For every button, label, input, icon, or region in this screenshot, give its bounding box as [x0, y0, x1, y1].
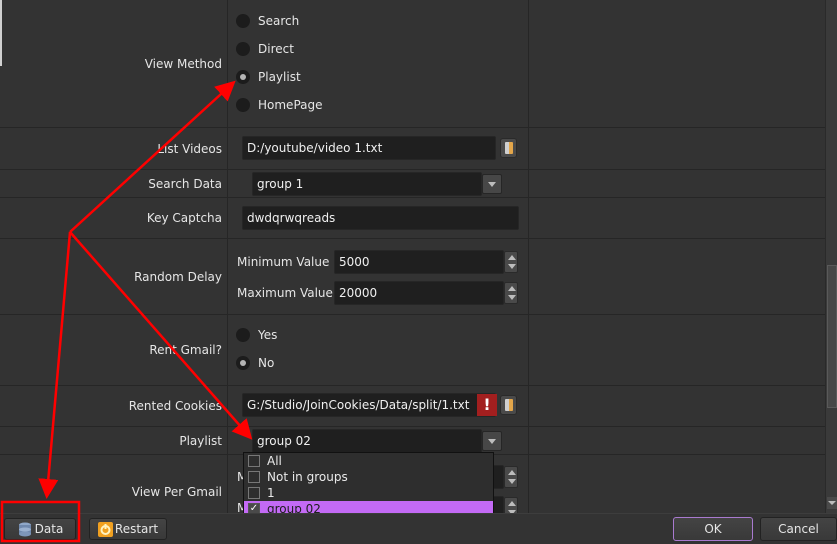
radio-dot-selected[interactable]	[236, 356, 250, 370]
vertical-scrollbar[interactable]	[825, 0, 837, 513]
random-delay-label: Random Delay	[134, 269, 222, 284]
view-min-spin-buttons[interactable]	[504, 466, 518, 488]
restart-button[interactable]: Restart	[89, 518, 167, 540]
min-value-spinbox[interactable]: 5000	[334, 250, 504, 274]
rented-cookies-input[interactable]: G:/Studio/JoinCookies/Data/split/1.txt	[242, 393, 496, 417]
chevron-down-icon[interactable]	[482, 174, 502, 194]
restart-icon	[97, 521, 113, 537]
radio-dot[interactable]	[236, 14, 250, 28]
folder-icon	[505, 399, 513, 411]
row-playlist: Playlist group 02	[0, 427, 825, 455]
dropdown-item-all[interactable]: All	[244, 453, 493, 469]
radio-yes[interactable]: Yes	[236, 328, 277, 342]
rented-cookies-browse-button[interactable]	[500, 395, 517, 415]
settings-grid: View Method Search Direct Playlist HomeP…	[0, 0, 825, 513]
playlist-label: Playlist	[179, 433, 222, 448]
database-icon	[18, 522, 31, 536]
playlist-dropdown[interactable]: All Not in groups 1 ✓ group 02	[243, 452, 494, 517]
radio-playlist[interactable]: Playlist	[236, 70, 301, 84]
max-value-label: Maximum Value	[237, 286, 333, 300]
min-value-spin-buttons[interactable]	[504, 251, 518, 273]
checkbox[interactable]	[248, 455, 260, 467]
checkbox[interactable]	[248, 471, 260, 483]
bottom-bar: Data Restart OK Cancel	[0, 513, 837, 544]
scroll-down-arrow-icon[interactable]	[827, 497, 837, 509]
dropdown-item-not-in-groups[interactable]: Not in groups	[244, 469, 493, 485]
scrollbar-thumb[interactable]	[827, 265, 837, 408]
radio-dot[interactable]	[236, 42, 250, 56]
row-view-method: View Method Search Direct Playlist HomeP…	[0, 0, 825, 128]
list-videos-browse-button[interactable]	[500, 138, 517, 158]
search-data-combo[interactable]: group 1	[252, 172, 482, 196]
radio-no[interactable]: No	[236, 356, 274, 370]
row-key-captcha: Key Captcha dwdqrwqreads	[0, 198, 825, 239]
radio-search[interactable]: Search	[236, 14, 299, 28]
row-search-data: Search Data group 1	[0, 170, 825, 198]
max-value-spin-buttons[interactable]	[504, 282, 518, 304]
checkbox[interactable]	[248, 487, 260, 499]
ok-button[interactable]: OK	[673, 517, 753, 541]
error-icon: !	[477, 394, 497, 416]
radio-dot[interactable]	[236, 328, 250, 342]
playlist-combo[interactable]: group 02	[252, 429, 482, 453]
chevron-down-icon[interactable]	[482, 431, 502, 451]
view-per-gmail-label: View Per Gmail	[131, 485, 222, 499]
row-list-videos: List Videos D:/youtube/video 1.txt	[0, 128, 825, 170]
folder-icon	[505, 142, 513, 154]
data-button[interactable]: Data	[4, 518, 76, 540]
dropdown-item-1[interactable]: 1	[244, 485, 493, 501]
view-method-label: View Method	[144, 56, 222, 71]
search-data-label: Search Data	[148, 176, 222, 191]
cancel-button[interactable]: Cancel	[760, 517, 837, 541]
max-value-spinbox[interactable]: 20000	[334, 281, 504, 305]
rented-cookies-label: Rented Cookies	[128, 399, 222, 413]
key-captcha-label: Key Captcha	[146, 211, 222, 225]
radio-dot[interactable]	[236, 98, 250, 112]
row-rent-gmail: Rent Gmail? Yes No	[0, 315, 825, 386]
row-random-delay: Random Delay Minimum Value 5000 Maximum …	[0, 239, 825, 315]
rent-gmail-label: Rent Gmail?	[149, 343, 222, 357]
key-captcha-input[interactable]: dwdqrwqreads	[242, 206, 519, 230]
radio-direct[interactable]: Direct	[236, 42, 294, 56]
radio-dot-selected[interactable]	[236, 70, 250, 84]
view-max-spin-buttons[interactable]	[504, 497, 518, 513]
row-rented-cookies: Rented Cookies G:/Studio/JoinCookies/Dat…	[0, 386, 825, 427]
list-videos-input[interactable]: D:/youtube/video 1.txt	[242, 136, 496, 160]
list-videos-label: List Videos	[157, 141, 222, 156]
radio-homepage[interactable]: HomePage	[236, 98, 323, 112]
min-value-label: Minimum Value	[237, 255, 330, 269]
